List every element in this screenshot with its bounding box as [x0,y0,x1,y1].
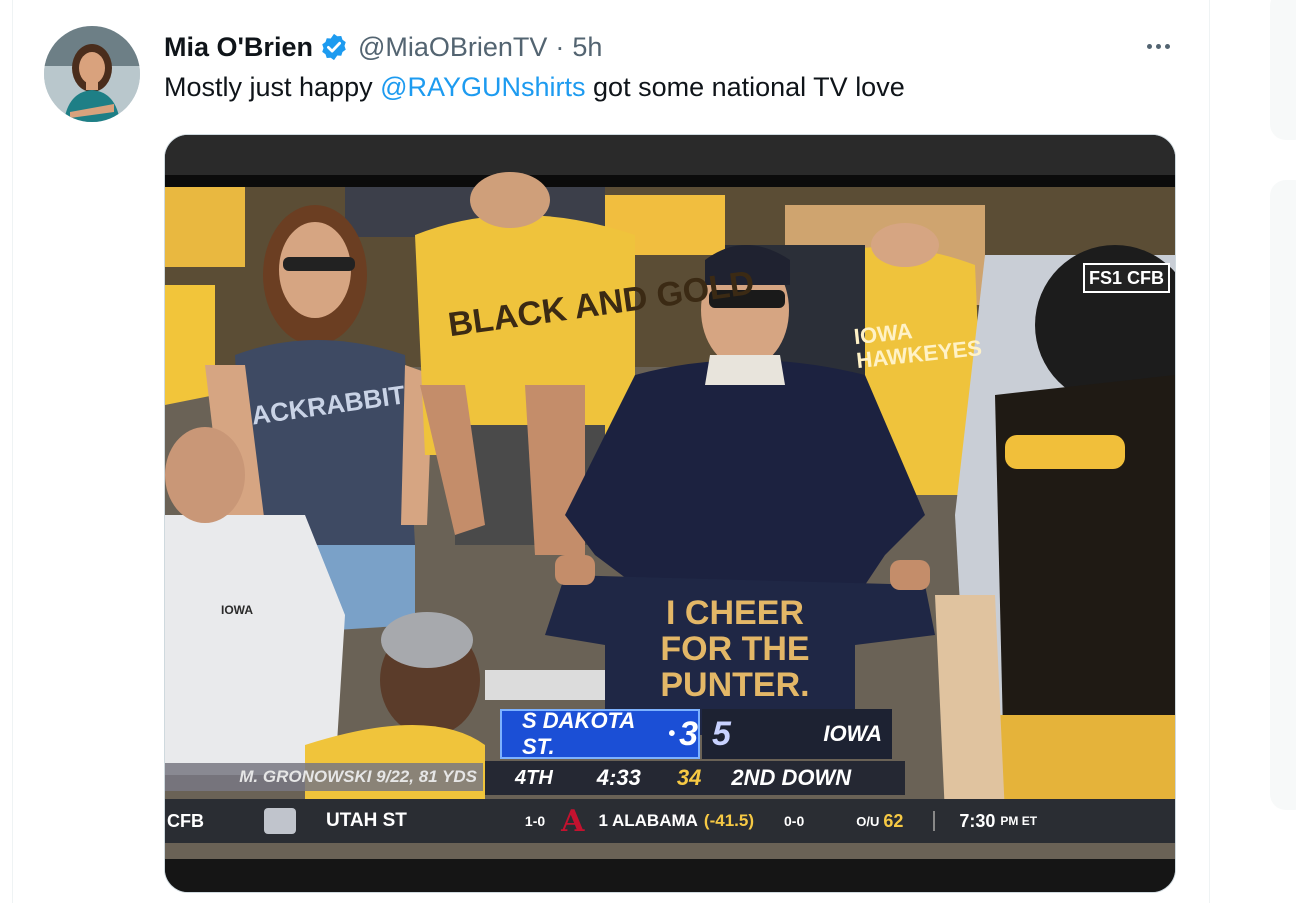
down-and-distance: 2ND DOWN [731,765,852,790]
sidebar-panel-top [1270,0,1296,140]
away-team-name: S DAKOTA ST. [522,708,635,759]
network-bug: FS1 CFB [1083,263,1171,293]
game-status-bar: 4TH 4:33 34 2ND DOWN [485,761,905,795]
away-team-box: S DAKOTA ST. • 3 [500,708,700,759]
mention-link[interactable]: @RAYGUNshirts [380,72,585,102]
ticker-team-2: 1 ALABAMA [598,811,698,830]
shirt-line-3: PUNTER. [660,666,810,704]
header-separator: · [555,31,565,62]
home-team-name: IOWA [823,721,882,746]
avatar-image [44,26,140,122]
ticker-team-1: UTAH ST [326,810,407,831]
player-note-bar: M. GRONOWSKI 9/22, 81 YDS [165,763,483,791]
away-team-score: 3 [679,714,698,753]
tweet-timestamp[interactable]: 5h [572,32,602,63]
ticker-kickoff-time: 7:30 [959,810,996,831]
author-avatar[interactable] [44,26,140,122]
home-team-score: 5 [712,714,731,753]
bottom-ticker: CFB UTAH ST 1-0 A 1 ALABAMA (-41.5) 0-0 … [165,799,1175,843]
ticker-ou-label: O/U [856,813,880,829]
shirt-line-2: FOR THE [660,630,810,668]
more-icon[interactable] [1140,32,1176,60]
ticker-team-2-record: 0-0 [784,813,805,829]
tweet-header: Mia O'Brien @MiaOBrienTV · 5h [164,30,602,64]
sidebar-panel-bottom [1270,180,1296,810]
author-name[interactable]: Mia O'Brien [164,32,313,63]
home-team-box: 5 IOWA [702,709,892,759]
ticker-divider [933,811,936,831]
ticker-league: CFB [167,810,204,831]
ticker-ou-value: 62 [883,810,904,831]
tweet-text-before: Mostly just happy [164,72,381,102]
player-note-text: M. GRONOWSKI 9/22, 81 YDS [239,767,477,786]
play-clock: 34 [676,765,702,790]
verified-badge-icon [322,33,346,61]
network-bug-text: FS1 CFB [1089,267,1165,288]
ticker-kickoff-suffix: PM ET [1000,814,1038,828]
punter-shirt-text: I CHEER FOR THE PUNTER. [605,595,865,703]
alabama-logo-icon: A [561,803,585,839]
tweet-text: Mostly just happy @RAYGUNshirts got some… [164,72,905,103]
shirt-line-1: I CHEER [666,594,804,632]
tweet-text-after: got some national TV love [585,72,905,102]
quarter: 4TH [515,766,553,789]
game-clock: 4:33 [596,765,641,790]
tweet-media-photo[interactable]: FS1 CFB BLACK AND GOLD ACKRABBIT IOWA HA… [164,134,1176,893]
ticker-team-1-record: 1-0 [524,813,546,829]
ticker-spread: (-41.5) [703,811,754,830]
utah-state-logo-icon [264,808,296,834]
author-handle[interactable]: @MiaOBrienTV [358,32,547,63]
polo-logo-text: IOWA [221,603,253,617]
